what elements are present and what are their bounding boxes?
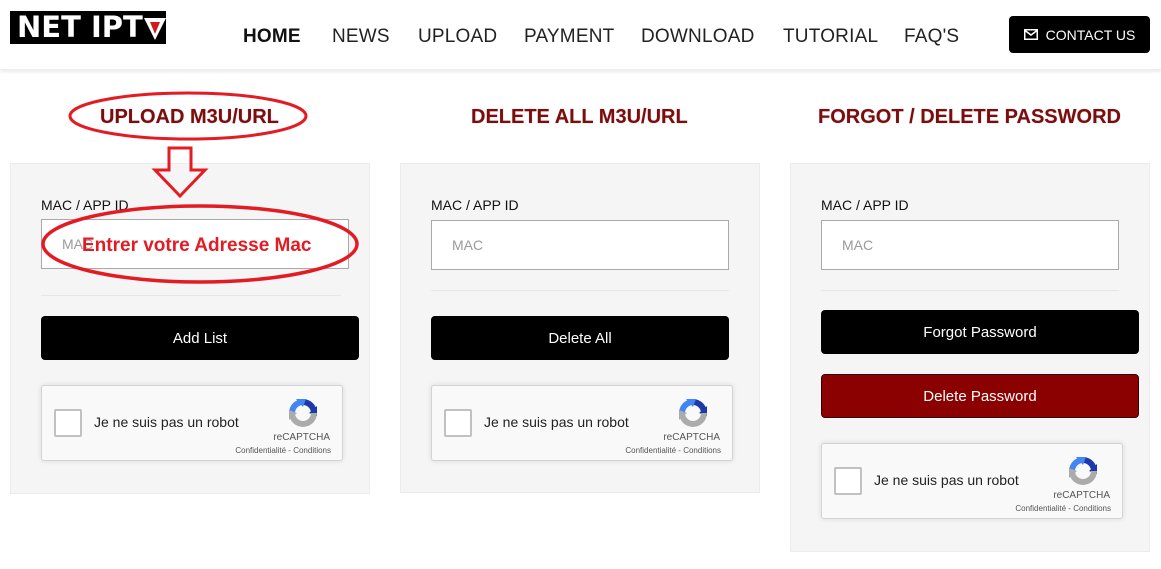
delete-all-section-title: DELETE ALL M3U/URL [471,106,688,128]
nav-news[interactable]: NEWS [332,26,390,48]
recaptcha-label: Je ne suis pas un robot [484,414,629,430]
contact-us-label: CONTACT US [1045,26,1136,43]
recaptcha-links: Confidentialité - Conditions [1015,504,1111,513]
contact-us-button[interactable]: CONTACT US [1009,16,1150,53]
nav-home[interactable]: HOME [243,26,301,48]
mac-label: MAC / APP ID [41,197,129,213]
upload-section-title: UPLOAD M3U/URL [100,106,279,128]
nav-tutorial[interactable]: TUTORIAL [783,26,878,48]
recaptcha-brand: reCAPTCHA [1053,490,1110,501]
password-section-title: FORGOT / DELETE PASSWORD [818,106,1121,128]
delete-all-mac-input[interactable] [431,220,729,270]
logo-text: NET IPT [17,10,143,44]
recaptcha-label: Je ne suis pas un robot [874,472,1019,488]
recaptcha-brand: reCAPTCHA [663,432,720,443]
divider [821,290,1119,291]
divider [41,295,341,296]
recaptcha-widget: Je ne suis pas un robot reCAPTCHA Confid… [821,443,1123,519]
password-mac-input[interactable] [821,220,1119,270]
recaptcha-privacy-link[interactable]: Confidentialité [235,446,286,455]
recaptcha-privacy-link[interactable]: Confidentialité [625,446,676,455]
recaptcha-widget: Je ne suis pas un robot reCAPTCHA Confid… [431,385,733,461]
divider [431,290,729,291]
recaptcha-checkbox[interactable] [834,467,862,495]
mac-label: MAC / APP ID [431,197,519,213]
recaptcha-checkbox[interactable] [54,409,82,437]
recaptcha-checkbox[interactable] [444,409,472,437]
annotation-text: Entrer votre Adresse Mac [82,235,312,256]
password-card: MAC / APP ID Forgot Password Delete Pass… [790,163,1150,552]
recaptcha-logo-icon [679,399,707,427]
site-header: NET IPT HOME NEWS UPLOAD PAYMENT DOWNLOA… [0,0,1161,70]
nav-payment[interactable]: PAYMENT [524,26,614,48]
recaptcha-privacy-link[interactable]: Confidentialité [1015,504,1066,513]
recaptcha-logo-icon [289,399,317,427]
recaptcha-label: Je ne suis pas un robot [94,414,239,430]
add-list-button[interactable]: Add List [41,316,359,360]
recaptcha-links: Confidentialité - Conditions [235,446,331,455]
recaptcha-logo-icon [1069,457,1097,485]
delete-password-button[interactable]: Delete Password [821,374,1139,418]
recaptcha-terms-link[interactable]: Conditions [1073,504,1111,513]
mac-label: MAC / APP ID [821,197,909,213]
recaptcha-terms-link[interactable]: Conditions [293,446,331,455]
recaptcha-terms-link[interactable]: Conditions [683,446,721,455]
envelope-icon [1023,29,1038,40]
recaptcha-brand: reCAPTCHA [273,432,330,443]
delete-all-button[interactable]: Delete All [431,316,729,360]
recaptcha-widget: Je ne suis pas un robot reCAPTCHA Confid… [41,385,343,461]
delete-all-card: MAC / APP ID Delete All Je ne suis pas u… [400,163,760,493]
nav-download[interactable]: DOWNLOAD [641,26,755,48]
nav-faqs[interactable]: FAQ'S [904,26,959,48]
logo-v-mark-icon [143,16,166,40]
nav-upload[interactable]: UPLOAD [418,26,497,48]
logo[interactable]: NET IPT [10,11,166,44]
recaptcha-links: Confidentialité - Conditions [625,446,721,455]
upload-card: MAC / APP ID Add List Je ne suis pas un … [10,163,370,494]
forgot-password-button[interactable]: Forgot Password [821,310,1139,354]
